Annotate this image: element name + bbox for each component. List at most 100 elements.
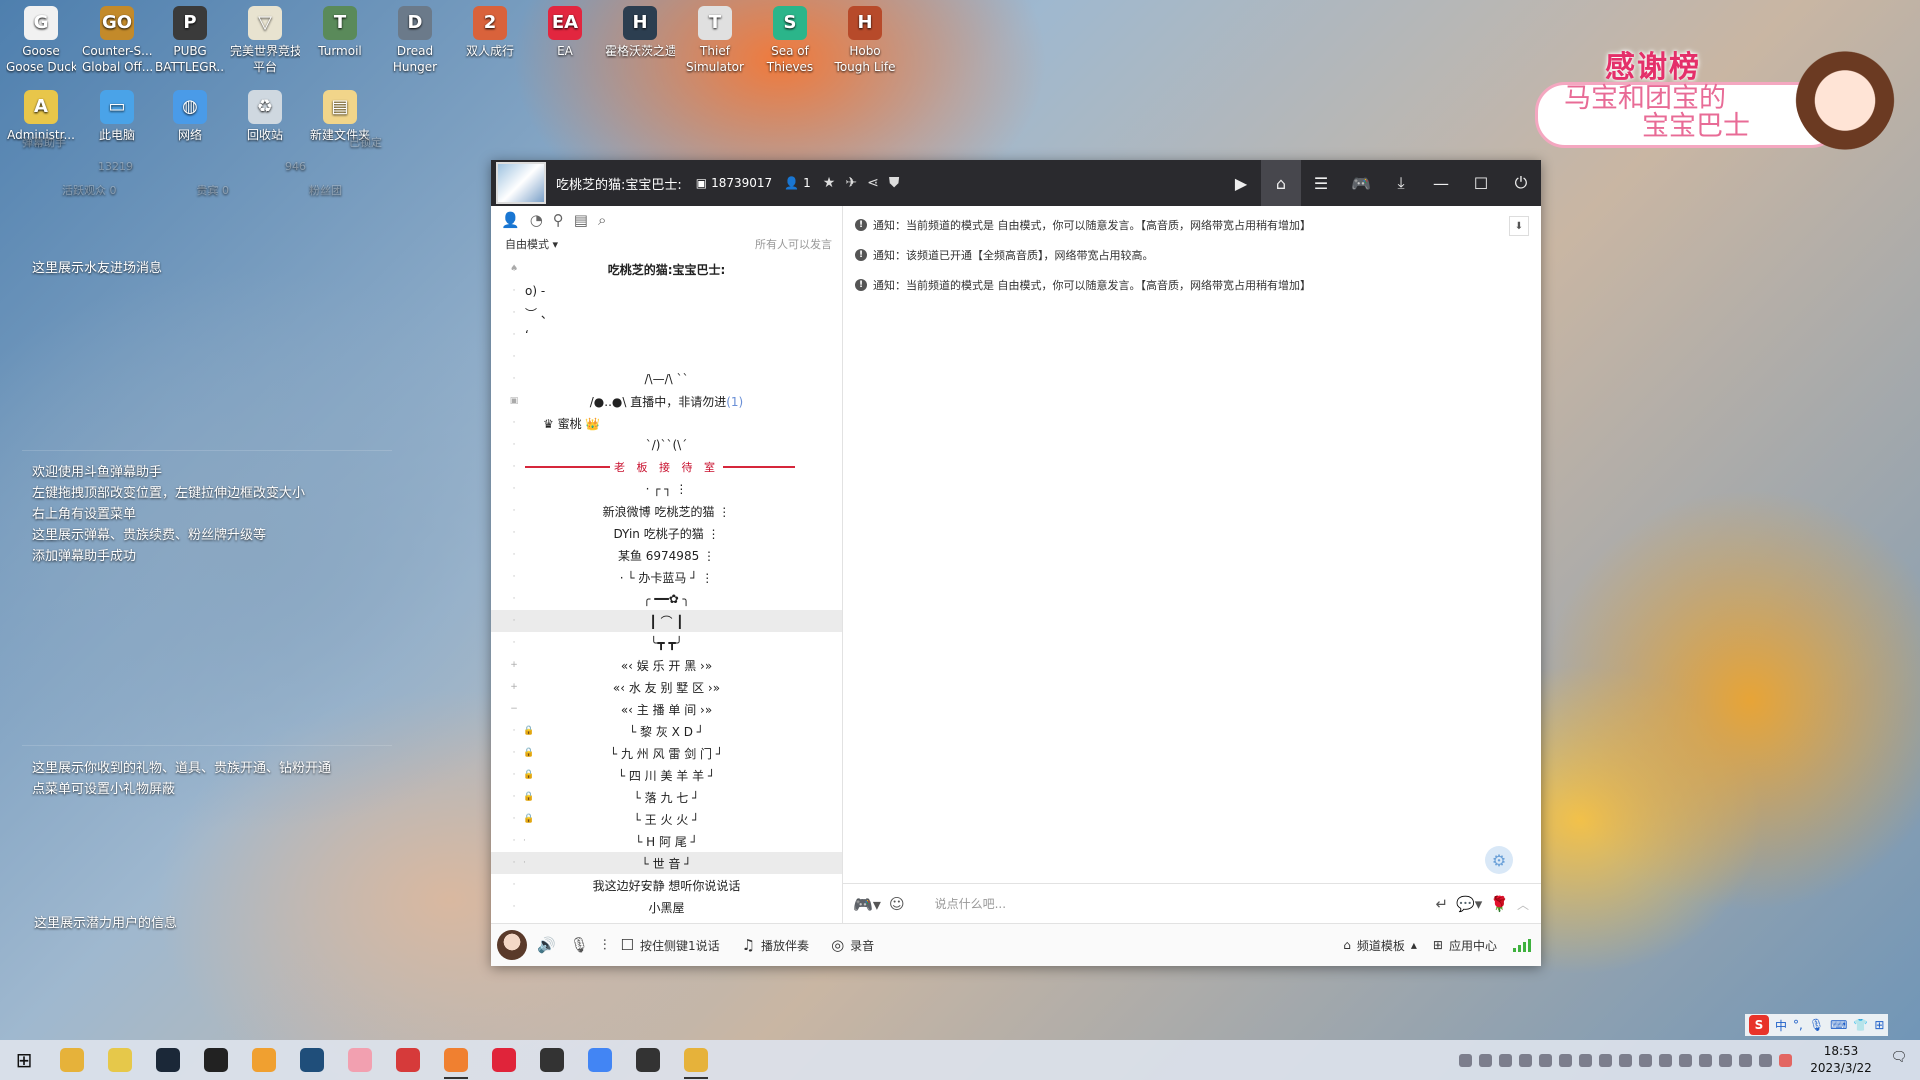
channel-row[interactable]: · o) -: [491, 280, 842, 302]
list-icon[interactable]: ☰: [1301, 160, 1341, 206]
desktop-icon[interactable]: S Sea of Thieves: [755, 6, 825, 75]
channel-row[interactable]: · ╰┳ ┳╯: [491, 632, 842, 654]
emoji-icon[interactable]: ☺: [889, 895, 905, 913]
desktop-icon[interactable]: G Goose Goose Duck: [6, 6, 76, 75]
channel-row[interactable]: · · ┌ ┐ ⋮: [491, 478, 842, 500]
share-icon[interactable]: ⋖: [867, 175, 879, 191]
tree-marker[interactable]: ·: [509, 308, 519, 318]
taskbar-app[interactable]: [624, 1040, 672, 1080]
taskbar-app[interactable]: [288, 1040, 336, 1080]
ime-bar[interactable]: S 中 °, 🎙 ⌨ 👕 ⊞: [1745, 1014, 1889, 1036]
tray-icon[interactable]: [1579, 1053, 1592, 1067]
shirt-icon[interactable]: 👕: [1853, 1018, 1868, 1032]
channel-row[interactable]: − «‹ 主 播 单 间 ›»: [491, 698, 842, 720]
desktop-icon[interactable]: T Turmoil: [305, 6, 375, 59]
mic-icon[interactable]: 🎙: [570, 936, 589, 954]
channel-row[interactable]: · 🔒 └ 王 火 火 ┘: [491, 808, 842, 830]
desktop-icon[interactable]: GO Counter-S... Global Off...: [82, 6, 152, 75]
chat-input[interactable]: [932, 896, 1428, 912]
tray-icon[interactable]: [1539, 1053, 1552, 1067]
mode-select[interactable]: 自由模式 ▾: [505, 236, 558, 252]
star-icon[interactable]: ★: [823, 175, 836, 191]
tray-icon[interactable]: [1599, 1053, 1612, 1067]
channel-row[interactable]: ♠ 吃桃芝的猫:宝宝巴士:: [491, 258, 842, 280]
sogou-tray-icon[interactable]: [1779, 1053, 1792, 1067]
video-icon[interactable]: ▶: [1221, 160, 1261, 206]
tree-marker[interactable]: ·: [509, 330, 519, 340]
power-icon[interactable]: ⏻: [1501, 160, 1541, 206]
taskbar-app[interactable]: [480, 1040, 528, 1080]
clock[interactable]: 18:53 2023/3/22: [1806, 1043, 1876, 1077]
tray-icon[interactable]: [1759, 1053, 1772, 1067]
helper-tab-vip[interactable]: 贵宾 0: [197, 182, 230, 200]
app-center-button[interactable]: ⊞ 应用中心: [1433, 937, 1497, 954]
user-icon[interactable]: 👤: [501, 211, 520, 229]
channel-row[interactable]: · ╭ ━━✿ ╮: [491, 588, 842, 610]
plane-icon[interactable]: ✈: [845, 175, 857, 191]
channel-row[interactable]: · 小黑屋: [491, 896, 842, 918]
home-icon[interactable]: ⌂: [1261, 160, 1301, 206]
desktop-icon[interactable]: 2 双人成行: [455, 6, 525, 59]
speaker-icon[interactable]: 🔊: [537, 936, 556, 954]
title-bar[interactable]: 吃桃芝的猫:宝宝巴士: ▣ 18739017 👤 1 ★ ✈ ⋖ ⛊ ▶ ⌂ ☰ 🎮…: [491, 160, 1541, 206]
tree-marker[interactable]: ·: [509, 352, 519, 362]
grid-icon[interactable]: ⊞: [1874, 1018, 1884, 1032]
sogou-icon[interactable]: S: [1749, 1015, 1769, 1035]
maximize-icon[interactable]: ☐: [1461, 160, 1501, 206]
tray-icon[interactable]: [1659, 1053, 1672, 1067]
helper-tab-fans[interactable]: 粉丝团: [309, 182, 342, 200]
tray-icon[interactable]: [1699, 1053, 1712, 1067]
steam-tray-icon[interactable]: [1499, 1053, 1512, 1067]
taskbar-app[interactable]: [384, 1040, 432, 1080]
taskbar-app[interactable]: [336, 1040, 384, 1080]
flower-icon[interactable]: 🌹: [1490, 895, 1509, 913]
shield-icon[interactable]: ⛊: [889, 175, 900, 191]
network-icon[interactable]: [1739, 1053, 1752, 1067]
channel-row[interactable]: · 🔒 └ 落 九 七 ┘: [491, 786, 842, 808]
channel-row[interactable]: · · └ 办卡蓝马 ┘ ⋮: [491, 566, 842, 588]
headset-icon[interactable]: ◔: [530, 211, 543, 229]
scroll-bottom-icon[interactable]: ⬇: [1509, 216, 1529, 236]
desktop-icon[interactable]: ▽ 完美世界竞技 平台: [230, 6, 300, 75]
search-icon[interactable]: ⌕: [598, 211, 606, 229]
windows-start-icon[interactable]: ⊞: [0, 1040, 48, 1080]
tray-icon[interactable]: [1519, 1053, 1532, 1067]
channel-row[interactable]: · 🔒 └ 九 州 风 雷 剑 门 ┘: [491, 742, 842, 764]
notification-icon[interactable]: 🗨: [1888, 1050, 1910, 1070]
taskbar-app[interactable]: [576, 1040, 624, 1080]
tray-icon[interactable]: [1719, 1053, 1732, 1067]
channel-row[interactable]: · ┃ ⌒ ┃: [491, 610, 842, 632]
tray-icon[interactable]: [1639, 1053, 1652, 1067]
keyboard-icon[interactable]: ⌨: [1830, 1018, 1847, 1032]
channel-row[interactable]: · 🔒 └ 四 川 美 羊 羊 ┘: [491, 764, 842, 786]
settings-float-icon[interactable]: ⚙: [1485, 846, 1513, 874]
channel-row[interactable]: · ︶ 、: [491, 302, 842, 324]
channel-row[interactable]: · DYin 吃桃子的猫 ⋮: [491, 522, 842, 544]
channel-row[interactable]: · ʻ: [491, 324, 842, 346]
desktop-icon[interactable]: P PUBG BATTLEGR...: [155, 6, 225, 75]
channel-row[interactable]: ·: [491, 346, 842, 368]
taskbar-app[interactable]: [48, 1040, 96, 1080]
minimize-icon[interactable]: —: [1421, 160, 1461, 206]
gamepad-icon[interactable]: 🎮▾: [853, 895, 881, 914]
chevron-up-icon[interactable]: ︿: [1517, 896, 1529, 913]
chat-bubble-icon[interactable]: 💬▾: [1456, 895, 1482, 913]
channel-row[interactable]: ·/\—/\ ˋˋ: [491, 368, 842, 390]
channel-row[interactable]: · 新浪微博 吃桃芝的猫 ⋮: [491, 500, 842, 522]
desktop-icon[interactable]: H 霍格沃茨之遗: [605, 6, 675, 59]
taskbar-app[interactable]: [672, 1040, 720, 1080]
mic-icon[interactable]: 🎙: [1809, 1018, 1824, 1032]
desktop-icon[interactable]: H Hobo Tough Life: [830, 6, 900, 75]
channel-row[interactable]: · 某鱼 6974985 ⋮: [491, 544, 842, 566]
tray-icon[interactable]: [1459, 1053, 1472, 1067]
channel-row[interactable]: · · └ H 阿 尾 ┘: [491, 830, 842, 852]
ptt-toggle[interactable]: ☐ 按住侧键1说话: [621, 936, 720, 954]
taskbar-app[interactable]: [240, 1040, 288, 1080]
desktop-icon[interactable]: EA EA: [530, 6, 600, 59]
channel-row[interactable]: + «‹ 娱 乐 开 黑 ›»: [491, 654, 842, 676]
template-button[interactable]: ⌂ 频道模板 ▴: [1343, 937, 1417, 954]
download-icon[interactable]: ⤓: [1381, 160, 1421, 206]
helper-lock[interactable]: 已锁定: [349, 134, 382, 152]
taskbar-app[interactable]: [192, 1040, 240, 1080]
tray-icon[interactable]: [1619, 1053, 1632, 1067]
